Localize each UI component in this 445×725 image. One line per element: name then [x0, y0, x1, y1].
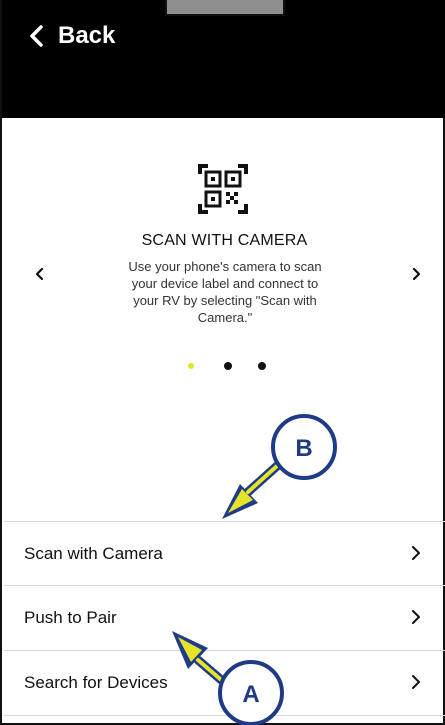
push-to-pair-option[interactable]: Push to Pair [4, 586, 445, 651]
chevron-left-icon [30, 25, 43, 47]
carousel-next-chevron-icon[interactable] [406, 264, 426, 284]
chevron-right-icon [412, 546, 420, 560]
device-notch [165, 0, 285, 16]
carousel-description: Use your phone's camera to scan your dev… [128, 259, 322, 325]
pairing-options-list: Scan with Camera Push to Pair Search for… [4, 521, 445, 716]
back-label: Back [58, 22, 116, 49]
scan-with-camera-option[interactable]: Scan with Camera [4, 521, 445, 586]
search-for-devices-option[interactable]: Search for Devices [4, 651, 445, 716]
phone-screen: Back SCAN WITH CAMERA Use your phone's c… [0, 0, 445, 725]
back-button[interactable]: Back [28, 22, 115, 50]
option-label: Push to Pair [24, 608, 117, 627]
carousel-prev-chevron-icon[interactable] [30, 264, 50, 284]
top-bar: Back [2, 0, 445, 118]
chevron-right-icon [412, 675, 420, 689]
qr-code-icon [198, 164, 248, 214]
carousel-pagination [180, 360, 270, 372]
chevron-right-icon [412, 610, 420, 624]
option-label: Scan with Camera [24, 544, 163, 563]
pagination-dot[interactable] [224, 362, 232, 370]
pagination-dot[interactable] [188, 363, 194, 369]
carousel-title: SCAN WITH CAMERA [141, 232, 308, 249]
option-label: Search for Devices [24, 673, 168, 692]
pagination-dot[interactable] [258, 362, 266, 370]
